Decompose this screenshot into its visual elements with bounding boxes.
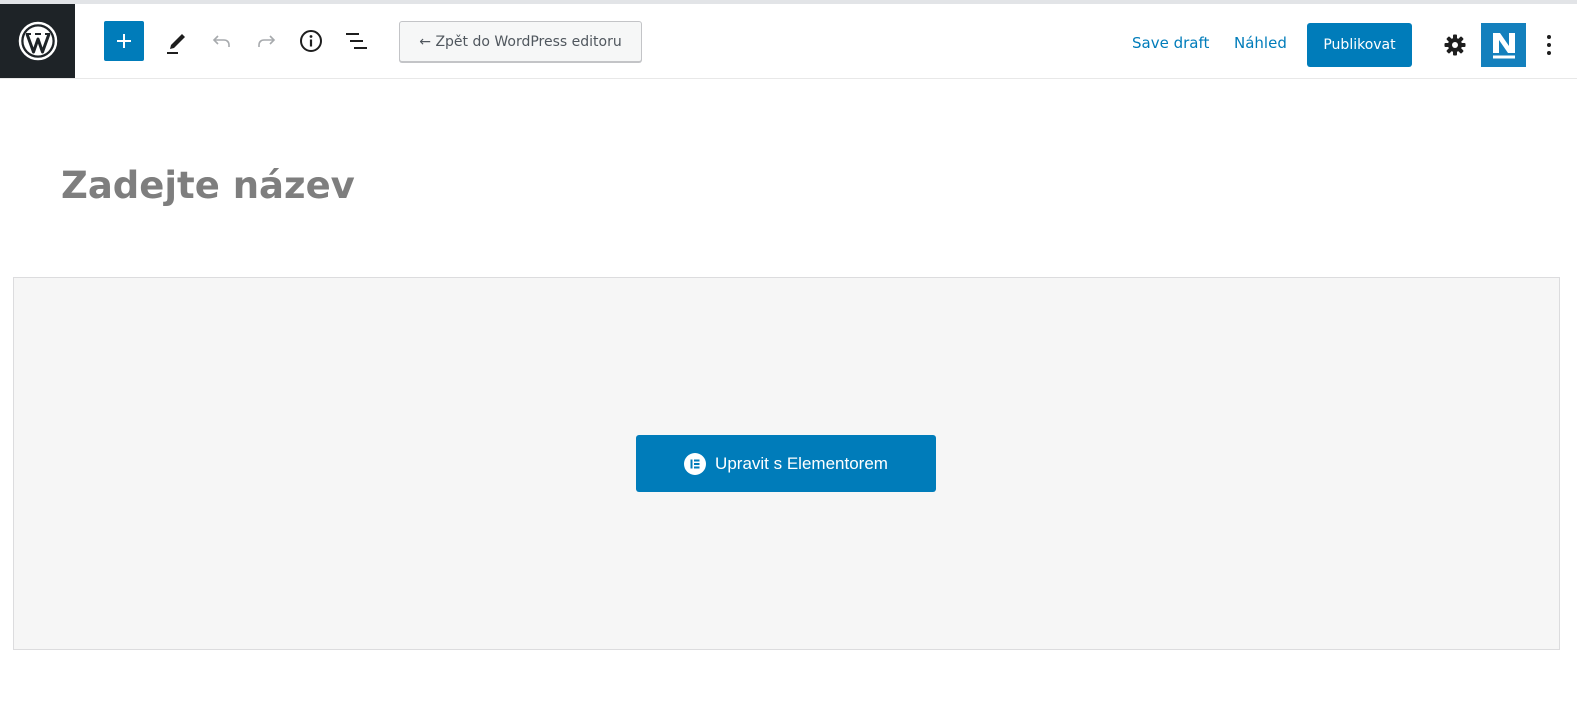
n-plugin-button[interactable] xyxy=(1481,23,1526,67)
info-icon xyxy=(300,30,322,52)
add-block-button[interactable] xyxy=(104,21,144,61)
wordpress-logo-icon xyxy=(18,21,57,61)
edit-with-elementor-button[interactable]: Upravit s Elementorem xyxy=(636,435,936,492)
n-logo-icon xyxy=(1492,33,1515,59)
redo-button[interactable] xyxy=(249,24,283,58)
editor-toolbar: ← Zpět do WordPress editoru Save draft N… xyxy=(0,0,1577,79)
preview-button[interactable]: Náhled xyxy=(1234,34,1287,52)
elementor-logo-icon xyxy=(684,452,707,475)
tools-button[interactable] xyxy=(160,24,194,58)
redo-icon xyxy=(258,35,276,47)
post-title-input[interactable]: Zadejte název xyxy=(61,164,355,207)
details-button[interactable] xyxy=(294,24,328,58)
save-draft-button[interactable]: Save draft xyxy=(1132,34,1209,52)
back-to-wordpress-editor-button[interactable]: ← Zpět do WordPress editoru xyxy=(399,21,642,62)
undo-icon xyxy=(212,35,230,47)
gear-icon xyxy=(1444,34,1466,56)
edit-with-elementor-label: Upravit s Elementorem xyxy=(715,453,888,473)
more-vertical-icon xyxy=(1547,35,1551,55)
settings-button[interactable] xyxy=(1438,28,1472,62)
list-view-button[interactable] xyxy=(339,24,373,58)
pencil-icon xyxy=(167,34,185,54)
plus-icon xyxy=(117,34,131,48)
undo-button[interactable] xyxy=(205,24,239,58)
more-options-button[interactable] xyxy=(1537,28,1561,62)
publish-button[interactable]: Publikovat xyxy=(1307,23,1412,67)
wordpress-logo-button[interactable] xyxy=(0,4,75,78)
list-view-icon xyxy=(346,33,367,49)
